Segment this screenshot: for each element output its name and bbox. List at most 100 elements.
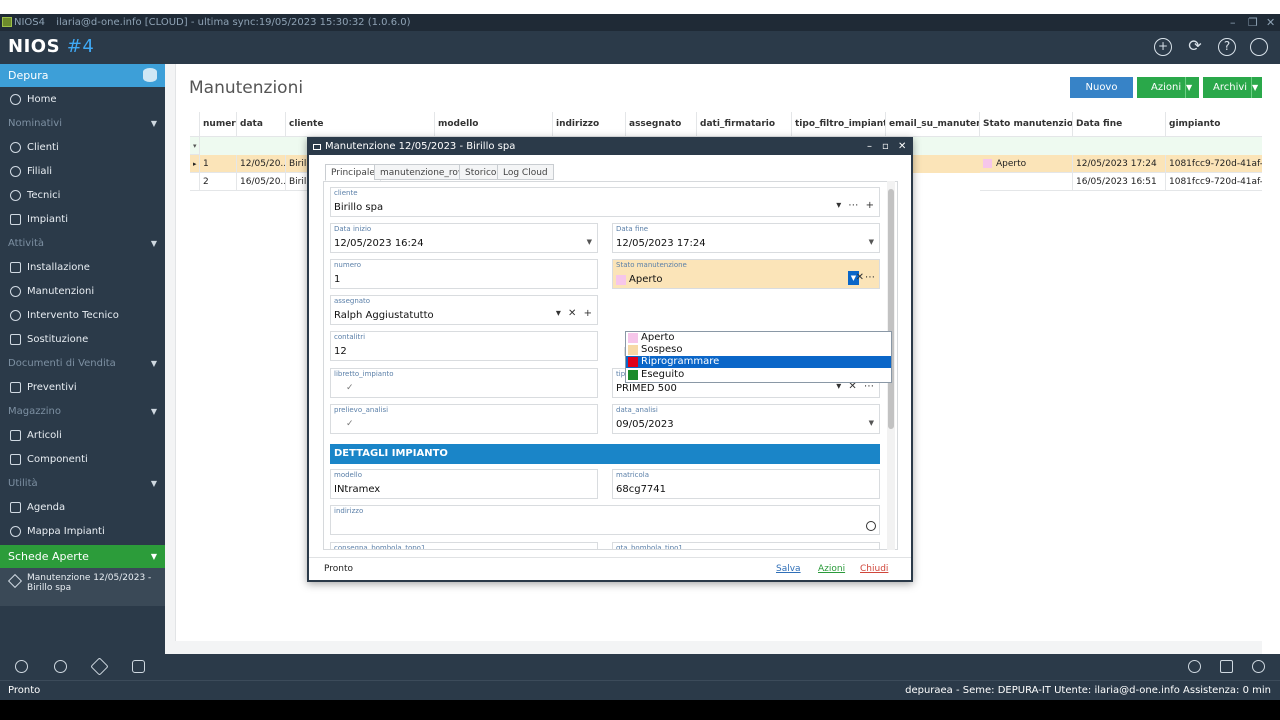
minimize-icon[interactable]: – xyxy=(1230,14,1236,31)
data-fine-field[interactable]: Data fine 12/05/2023 17:24 ▼ xyxy=(612,223,880,253)
clipboard-icon[interactable] xyxy=(1220,660,1233,673)
puzzle-icon[interactable] xyxy=(132,660,145,673)
sidebar-item-articoli[interactable]: Articoli xyxy=(0,424,165,448)
new-button[interactable]: Nuovo xyxy=(1070,77,1133,98)
grid-header-cell[interactable]: gimpianto xyxy=(1166,112,1275,137)
rocket-icon[interactable] xyxy=(90,657,109,676)
dropdown-option-eseguito[interactable]: Eseguito xyxy=(626,369,891,381)
sync-icon[interactable]: ⟳ xyxy=(1186,38,1204,56)
grid-header-cell[interactable]: cliente xyxy=(286,112,435,137)
tab-storico[interactable]: Storico xyxy=(459,164,503,180)
maximize-icon[interactable]: ▫ xyxy=(882,139,889,155)
sidebar-db-header[interactable]: Depura xyxy=(0,64,165,87)
prelievo-analisi-field[interactable]: prelievo_analisi ✓ xyxy=(330,404,598,434)
libretto-impianto-field[interactable]: libretto_impianto ✓ xyxy=(330,368,598,398)
close-window-icon[interactable]: ✕ xyxy=(1266,14,1275,31)
cell-data-fine[interactable]: 12/05/2023 17:24 xyxy=(1073,155,1166,173)
settings-icon[interactable] xyxy=(15,660,28,673)
modello-field[interactable]: modello INtramex xyxy=(330,469,598,499)
cell-numero[interactable]: 2 xyxy=(200,173,237,191)
grid-header-cell[interactable]: numero xyxy=(200,112,237,137)
matricola-field[interactable]: matricola 68cg7741 xyxy=(612,469,880,499)
data-analisi-field[interactable]: data_analisi 09/05/2023 ▼ xyxy=(612,404,880,434)
data-inizio-field[interactable]: Data inizio 12/05/2023 16:24 ▼ xyxy=(330,223,598,253)
sidebar-item-agenda[interactable]: Agenda xyxy=(0,496,165,520)
cell-data[interactable]: 16/05/20... xyxy=(237,173,286,191)
dropdown-option-aperto[interactable]: Aperto xyxy=(626,332,891,344)
cell-stato[interactable] xyxy=(980,173,1073,191)
chat-icon[interactable] xyxy=(1250,38,1268,56)
tab-log-cloud[interactable]: Log Cloud xyxy=(497,164,554,180)
actions-link[interactable]: Azioni xyxy=(818,564,845,574)
tab-principale[interactable]: Principale xyxy=(325,164,381,181)
chevron-down-icon[interactable]: ▼ xyxy=(587,238,592,246)
add-icon[interactable]: + xyxy=(1154,38,1172,56)
grid-header-cell[interactable]: assegnato xyxy=(626,112,697,137)
filter-icon[interactable]: ▾ xyxy=(190,137,200,155)
field-tools[interactable]: ▾ ✕ + xyxy=(556,308,594,319)
minimize-icon[interactable]: – xyxy=(867,139,872,155)
sidebar-section-magazzino[interactable]: Magazzino ▼ xyxy=(0,400,165,424)
sidebar-section-documenti[interactable]: Documenti di Vendita ▼ xyxy=(0,352,165,376)
sidebar-item-manutenzioni[interactable]: Manutenzioni xyxy=(0,280,165,304)
sidebar-item-intervento[interactable]: Intervento Tecnico xyxy=(0,304,165,328)
contalitri-field[interactable]: contalitri 12 xyxy=(330,331,598,361)
sidebar-item-componenti[interactable]: Componenti xyxy=(0,448,165,472)
consegna-bombola-field[interactable]: consegna_bombola_topo1 xyxy=(330,542,598,549)
sidebar-item-mappa[interactable]: Mappa Impianti xyxy=(0,520,165,544)
field-tools[interactable]: ✕⋯ xyxy=(856,272,876,283)
sidebar-item-impianti[interactable]: Impianti xyxy=(0,208,165,232)
globe-icon[interactable] xyxy=(866,521,876,531)
grid-header-cell[interactable]: Data fine xyxy=(1073,112,1166,137)
cell-gimpianto[interactable]: 1081fcc9-720d-41af-87ab... xyxy=(1166,173,1275,191)
grid-header-cell[interactable]: tipo_filtro_impianto xyxy=(792,112,886,137)
sidebar-item-installazione[interactable]: Installazione xyxy=(0,256,165,280)
close-icon[interactable]: ✕ xyxy=(898,139,906,155)
open-tab-item[interactable]: Manutenzione 12/05/2023 - Birillo spa xyxy=(0,568,165,606)
sidebar-section-attivita[interactable]: Attività ▼ xyxy=(0,232,165,256)
indirizzo-field[interactable]: indirizzo xyxy=(330,505,880,535)
sidebar-item-filiali[interactable]: Filiali xyxy=(0,160,165,184)
globe-icon[interactable] xyxy=(1252,660,1265,673)
sidebar-item-clienti[interactable]: Clienti xyxy=(0,136,165,160)
grid-header-cell[interactable]: indirizzo xyxy=(553,112,626,137)
sidebar-section-utilita[interactable]: Utilità ▼ xyxy=(0,472,165,496)
cell-numero[interactable]: 1 xyxy=(200,155,237,173)
cell-data-fine[interactable]: 16/05/2023 16:51 xyxy=(1073,173,1166,191)
actions-button[interactable]: Azioni ▼ xyxy=(1137,77,1199,98)
cell-gimpianto[interactable]: 1081fcc9-720d-41af-87ab... xyxy=(1166,155,1275,173)
qta-bombola-field[interactable]: qta_bombola_tipo1 xyxy=(612,542,880,549)
assegnato-field[interactable]: assegnato Ralph Aggiustatutto ▾ ✕ + xyxy=(330,295,598,325)
grid-header-cell[interactable]: dati_firmatario xyxy=(697,112,792,137)
scrollbar-thumb[interactable] xyxy=(888,189,894,429)
grid-header-cell[interactable]: modello xyxy=(435,112,553,137)
field-tools[interactable]: ▾ ⋯ + xyxy=(836,200,876,211)
user-icon[interactable] xyxy=(1188,660,1201,673)
cell-data[interactable]: 12/05/20... xyxy=(237,155,286,173)
sidebar-item-preventivi[interactable]: Preventivi xyxy=(0,376,165,400)
dropdown-option-sospeso[interactable]: Sospeso xyxy=(626,344,891,356)
cliente-field[interactable]: cliente Birillo spa ▾ ⋯ + xyxy=(330,187,880,217)
dropdown-option-riprogrammare[interactable]: Riprogrammare xyxy=(626,356,891,368)
sidebar-open-tabs-header[interactable]: Schede Aperte ▼ xyxy=(0,545,165,568)
chevron-down-icon[interactable]: ▼ xyxy=(869,419,874,427)
sidebar-item-tecnici[interactable]: Tecnici xyxy=(0,184,165,208)
numero-field[interactable]: numero 1 xyxy=(330,259,598,289)
sidebar-item-sostituzione[interactable]: Sostituzione xyxy=(0,328,165,352)
checkbox[interactable]: ✓ xyxy=(346,419,354,429)
grid-header-cell[interactable]: data xyxy=(237,112,286,137)
cell-stato[interactable]: Aperto xyxy=(980,155,1073,173)
grid-header-cell[interactable]: email_su_manutenzione xyxy=(886,112,980,137)
save-link[interactable]: Salva xyxy=(776,564,801,574)
checkbox[interactable]: ✓ xyxy=(346,383,354,393)
archives-button[interactable]: Archivi ▼ xyxy=(1203,77,1265,98)
maximize-icon[interactable]: ❐ xyxy=(1248,14,1258,31)
chevron-down-icon[interactable]: ▼ xyxy=(869,238,874,246)
chart-icon[interactable] xyxy=(54,660,67,673)
help-icon[interactable]: ? xyxy=(1218,38,1236,56)
stato-manutenzione-field[interactable]: Stato manutenzione Aperto ▼ ✕⋯ xyxy=(612,259,880,289)
sidebar-item-home[interactable]: Home xyxy=(0,88,165,112)
close-link[interactable]: Chiudi xyxy=(860,564,888,574)
grid-header-cell[interactable]: Stato manutenzione xyxy=(980,112,1073,137)
sidebar-section-nominativi[interactable]: Nominativi ▼ xyxy=(0,112,165,136)
